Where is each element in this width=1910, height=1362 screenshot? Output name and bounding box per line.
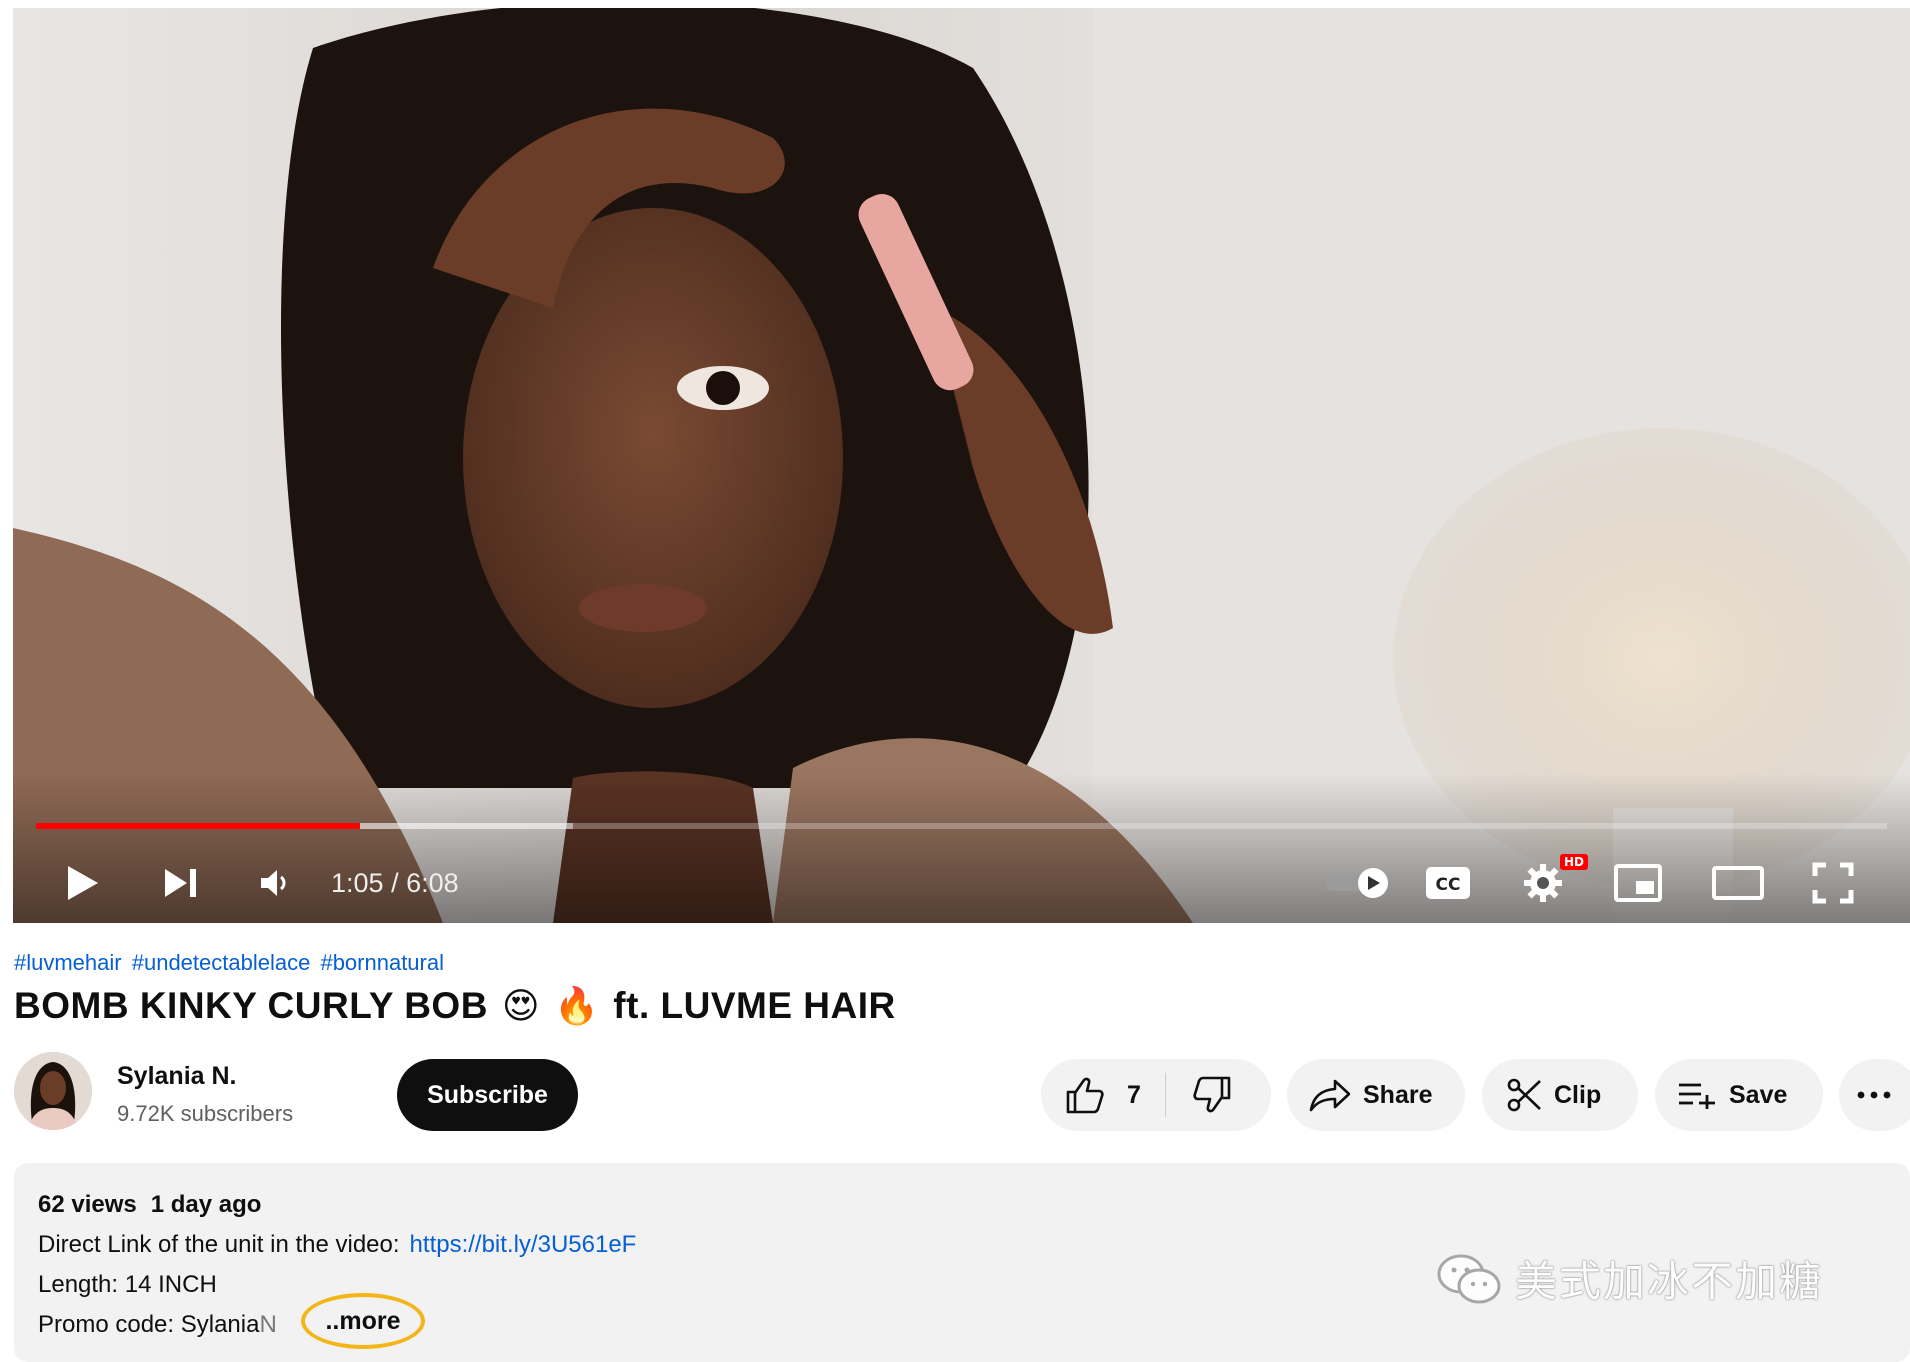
- thumbs-up-icon: [1066, 1077, 1104, 1114]
- channel-name[interactable]: Sylania N.: [117, 1062, 237, 1091]
- upload-date: 1 day ago: [150, 1191, 262, 1218]
- next-button[interactable]: [151, 848, 211, 918]
- autoplay-toggle[interactable]: [1318, 848, 1398, 918]
- description-link-label: Direct Link of the unit in the video:: [38, 1231, 400, 1258]
- time-current: 1:05: [331, 867, 384, 898]
- more-actions-button[interactable]: [1839, 1059, 1910, 1131]
- save-label: Save: [1729, 1080, 1788, 1109]
- thumbs-down-icon: [1193, 1076, 1231, 1113]
- channel-avatar-image: [14, 1052, 92, 1130]
- fullscreen-icon: [1812, 862, 1854, 904]
- share-label: Share: [1363, 1080, 1433, 1109]
- mute-button[interactable]: [245, 848, 305, 918]
- captions-icon: CC: [1426, 867, 1470, 899]
- progress-played: [36, 823, 360, 829]
- progress-bar[interactable]: [36, 823, 1887, 829]
- more-highlight-circle: ..more: [301, 1293, 425, 1349]
- channel-owner: Sylania N. 9.72K subscribers Subscribe: [14, 1050, 914, 1132]
- promo-text-faded: N: [259, 1311, 277, 1338]
- description-promo-line: Promo code: SylaniaN: [38, 1311, 277, 1339]
- like-button[interactable]: 7: [1041, 1059, 1165, 1131]
- video-title-suffix: ft. LUVME HAIR: [613, 985, 896, 1026]
- like-dislike-group: 7: [1041, 1059, 1271, 1131]
- more-horizontal-icon: [1857, 1091, 1891, 1099]
- hashtag-list: #luvmehair #undetectablelace #bornnatura…: [14, 950, 448, 976]
- subscriber-count: 9.72K subscribers: [117, 1101, 294, 1126]
- watermark: 美式加冰不加糖: [1435, 1248, 1823, 1309]
- view-count: 62 views: [38, 1191, 137, 1218]
- video-player[interactable]: 1:05 / 6:08 CC HD: [13, 8, 1910, 923]
- promo-text: Promo code: Sylania: [38, 1311, 260, 1338]
- settings-button[interactable]: HD: [1508, 848, 1588, 918]
- player-controls: 1:05 / 6:08 CC HD: [13, 848, 1910, 918]
- play-icon: [68, 866, 98, 900]
- video-stats: 62 views 1 day ago: [38, 1191, 261, 1219]
- hashtag-link[interactable]: #luvmehair: [14, 950, 122, 975]
- video-title: BOMB KINKY CURLY BOB 😍 🔥 ft. LUVME HAIR: [14, 985, 896, 1027]
- show-more-button[interactable]: ..more: [325, 1307, 400, 1336]
- wechat-icon: [1437, 1254, 1501, 1303]
- autoplay-toggle-icon: [1325, 868, 1388, 898]
- theater-icon: [1712, 866, 1764, 900]
- clip-button[interactable]: Clip: [1482, 1059, 1638, 1131]
- description-link-line: Direct Link of the unit in the video: htt…: [38, 1231, 636, 1259]
- svg-text:CC: CC: [1436, 875, 1461, 895]
- miniplayer-button[interactable]: [1603, 848, 1673, 918]
- hashtag-link[interactable]: #undetectablelace: [132, 950, 311, 975]
- playlist-add-icon: [1679, 1083, 1715, 1109]
- captions-button[interactable]: CC: [1413, 848, 1483, 918]
- fire-emoji: 🔥: [553, 985, 600, 1026]
- time-display: 1:05 / 6:08: [331, 848, 459, 918]
- play-button[interactable]: [53, 848, 113, 918]
- scissors-icon: [1507, 1078, 1541, 1112]
- description-link[interactable]: https://bit.ly/3U561eF: [410, 1231, 637, 1258]
- save-button[interactable]: Save: [1655, 1059, 1823, 1131]
- subscribe-button[interactable]: Subscribe: [397, 1059, 578, 1131]
- hd-badge: HD: [1559, 854, 1588, 870]
- dislike-button[interactable]: [1166, 1059, 1258, 1131]
- share-icon: [1309, 1079, 1351, 1112]
- clip-label: Clip: [1554, 1080, 1602, 1109]
- time-total: 6:08: [406, 867, 459, 898]
- volume-icon: [261, 870, 286, 896]
- next-icon: [165, 869, 196, 897]
- miniplayer-icon: [1614, 864, 1662, 902]
- avatar[interactable]: [14, 1052, 92, 1130]
- smiling-heart-eyes-emoji: 😍: [501, 985, 540, 1026]
- title-emojis: 😍 🔥: [502, 985, 599, 1027]
- fullscreen-button[interactable]: [1798, 848, 1868, 918]
- share-button[interactable]: Share: [1287, 1059, 1465, 1131]
- description-length-line: Length: 14 INCH: [38, 1271, 217, 1298]
- settings-icon: [1524, 864, 1562, 902]
- time-separator: /: [383, 867, 407, 898]
- video-title-text: BOMB KINKY CURLY BOB: [14, 985, 488, 1026]
- like-count: 7: [1127, 1080, 1141, 1109]
- watermark-text: 美式加冰不加糖: [1515, 1257, 1824, 1306]
- hashtag-link[interactable]: #bornnatural: [320, 950, 444, 975]
- theater-mode-button[interactable]: [1698, 848, 1778, 918]
